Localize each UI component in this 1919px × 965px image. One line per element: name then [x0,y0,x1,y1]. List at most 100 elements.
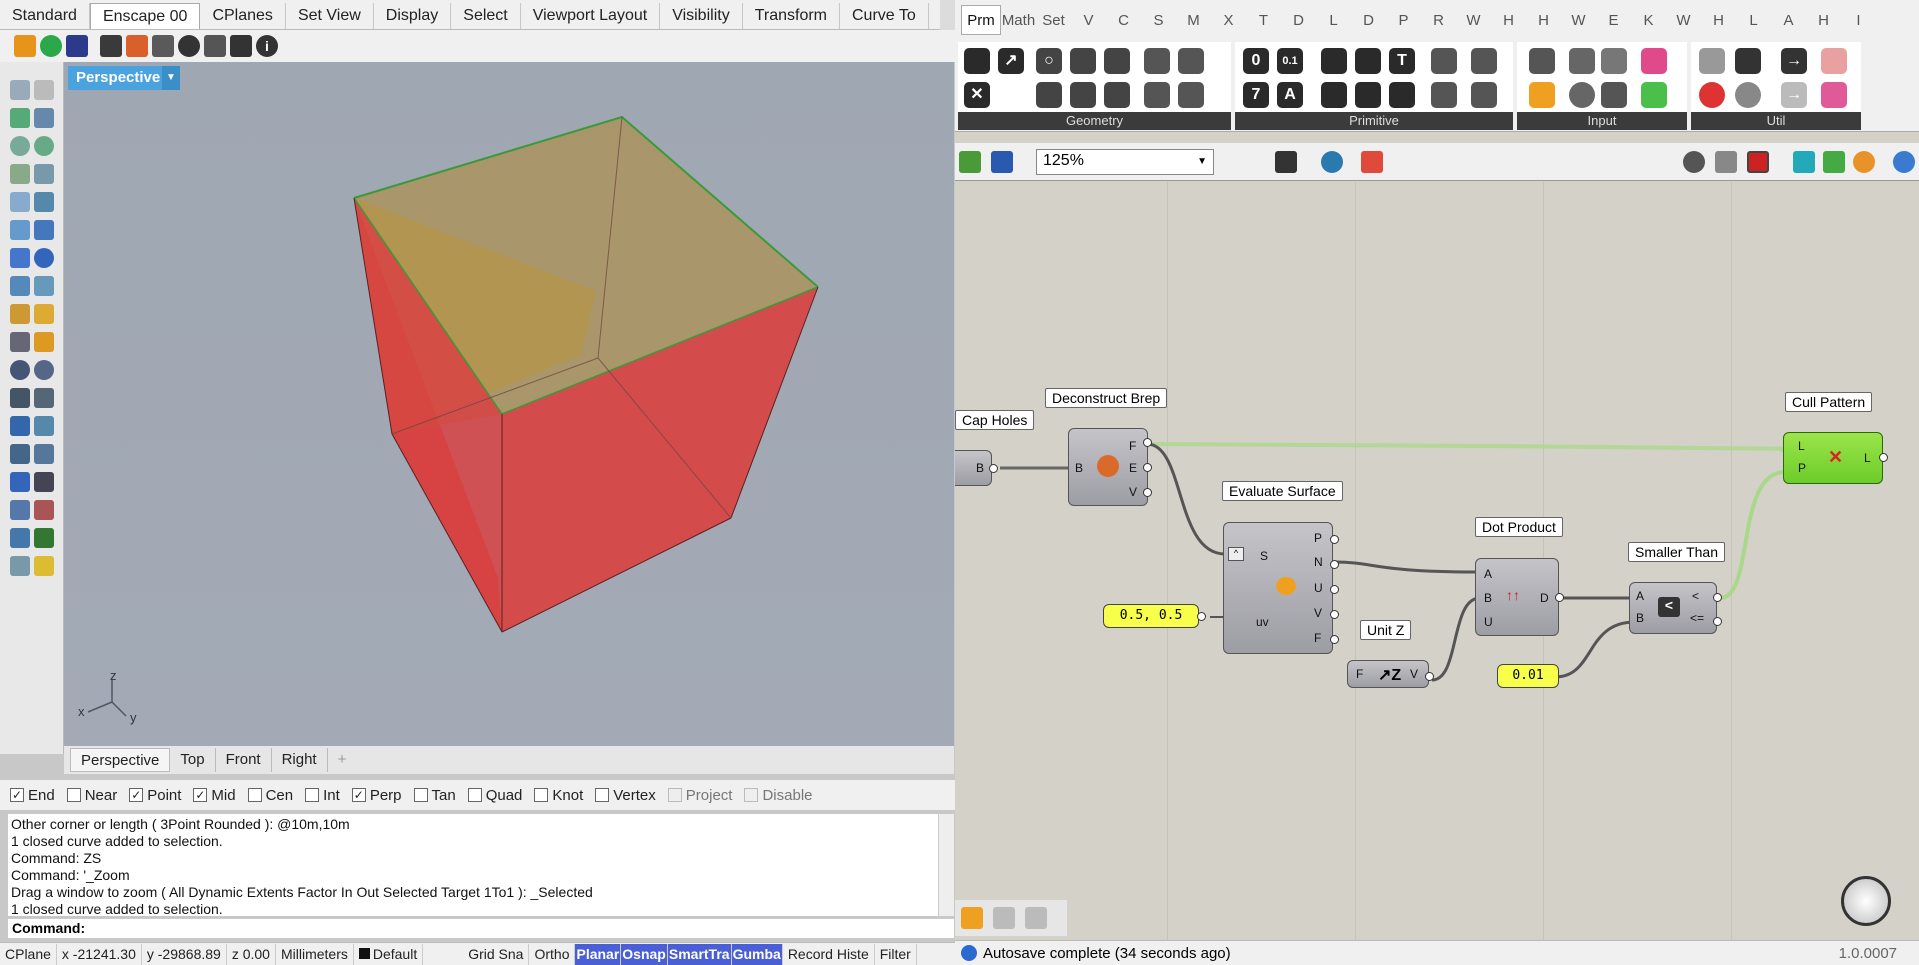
rotate-tool-icon[interactable] [34,388,54,408]
osnap-disable[interactable]: Disable [744,787,813,804]
culture-param-icon[interactable] [1355,82,1381,108]
colour-param-icon[interactable] [1321,82,1347,108]
osnap-near[interactable]: Near [66,787,117,804]
trim-tool-icon[interactable] [10,332,30,352]
cluster-icon[interactable] [1821,48,1847,74]
group-tool-icon[interactable] [10,360,30,380]
boolean-tool-icon[interactable] [34,248,54,268]
dimension-tool-icon[interactable] [34,416,54,436]
tab-curve-tools[interactable]: Curve To [840,3,929,29]
split-tool-icon[interactable] [34,332,54,352]
dot-product-component[interactable]: A B U D ↑↑ [1475,558,1559,636]
graph-mapper-icon[interactable] [1529,82,1555,108]
gh-tab[interactable]: V [1071,12,1106,29]
mesh-quality-icon[interactable] [1793,150,1815,173]
box-param-icon[interactable] [964,48,990,74]
properties-tool-icon[interactable] [34,556,54,576]
unit-z-component[interactable]: F V ↗Z [1347,660,1429,688]
output-grip[interactable] [1713,617,1722,626]
arc-tool-icon[interactable] [10,192,30,212]
preview-eye-icon[interactable] [1321,150,1343,173]
output-grip[interactable] [1143,438,1152,447]
status-toggle[interactable]: Osnap [621,943,668,965]
curve-param-icon[interactable] [1070,48,1096,74]
gh-tab[interactable]: T [1246,12,1281,29]
checkbox[interactable] [305,788,320,802]
data-param-icon[interactable] [1471,82,1497,108]
arrow-outline-icon[interactable]: → [1781,82,1807,108]
curve-from-object-icon[interactable] [10,528,30,548]
save-file-icon[interactable] [991,150,1013,173]
circle-tool-icon[interactable] [10,136,30,156]
polygon-tool-icon[interactable] [10,164,30,184]
checkbox[interactable] [595,788,610,802]
gradient-icon[interactable] [1641,48,1667,74]
toggle-icon[interactable] [1569,48,1595,74]
dot-shortcut-icon[interactable] [1025,907,1047,929]
point-tool-icon[interactable] [34,80,54,100]
evaluate-surface-component[interactable]: ^ S uv P N U V F [1223,522,1333,654]
uv-panel[interactable]: 0.5, 0.5 [1103,604,1199,628]
arrow-right-icon[interactable]: → [1781,48,1807,74]
sync-views-icon[interactable] [66,35,88,57]
gh-tab[interactable]: W [1666,12,1701,29]
output-grip[interactable] [989,464,998,473]
gh-tab[interactable]: W [1561,12,1596,29]
document-preview-icon[interactable] [1893,150,1915,173]
command-history-scrollbar[interactable] [938,814,954,916]
status-toggle[interactable]: Grid Sna [463,943,530,965]
galapagos-icon[interactable] [1699,48,1725,74]
tab-transform[interactable]: Transform [743,3,840,29]
curve-tool-icon[interactable] [34,108,54,128]
enscape-start-icon[interactable] [14,35,36,57]
section-tool-icon[interactable] [34,500,54,520]
output-grip[interactable] [1555,593,1564,602]
osnap-knot[interactable]: Knot [534,787,583,804]
status-toggle[interactable]: Ortho [529,943,576,965]
viewport-menu-arrow-icon[interactable]: ▼ [162,66,180,90]
osnap-vertex[interactable]: Vertex [595,787,656,804]
zoom-select[interactable]: 125% ▼ [1036,149,1214,175]
command-input[interactable]: Command: [8,918,954,938]
box-tool-icon[interactable] [10,248,30,268]
tab-enscape[interactable]: Enscape 00 [89,3,201,29]
checkbox[interactable] [467,788,482,802]
osnap-perp[interactable]: ✓ Perp [351,787,402,804]
viewport-title[interactable]: Perspective [68,66,169,90]
output-grip[interactable] [1197,612,1206,621]
cherry-icon[interactable] [1699,82,1725,108]
output-grip[interactable] [1425,672,1434,681]
cull-pattern-component[interactable]: L P L ✕ [1783,432,1883,484]
render-icon[interactable] [126,35,148,57]
output-grip[interactable] [1713,593,1722,602]
viewport-tab-perspective[interactable]: Perspective [70,748,171,772]
checkbox[interactable]: ✓ [10,788,24,802]
open-file-icon[interactable] [959,150,981,173]
line-param-icon[interactable] [1036,82,1062,108]
loft-tool-icon[interactable] [34,220,54,240]
join-tool-icon[interactable] [34,360,54,380]
osnap-mid[interactable]: ✓ Mid [193,787,236,804]
move-tool-icon[interactable] [10,388,30,408]
gh-tab[interactable]: A [1771,12,1806,29]
import-icon[interactable] [1529,48,1555,74]
mesh-medium-icon[interactable] [1823,150,1845,173]
settings-icon[interactable] [204,35,226,57]
rectangle-tool-icon[interactable] [34,164,54,184]
layer-label[interactable]: Default [354,943,424,965]
vector-param-icon[interactable]: ↗ [998,48,1024,74]
status-toggle[interactable]: Filter [875,943,917,965]
deconstruct-brep-component[interactable]: B F E V [1068,428,1148,506]
gh-splitter[interactable] [940,0,955,30]
ring-icon[interactable] [1735,82,1761,108]
mesh-param-icon[interactable] [1178,48,1204,74]
shader-param-icon[interactable] [1355,48,1381,74]
cull-shortcut-icon[interactable] [993,907,1015,929]
tolerance-panel[interactable]: 0.01 [1497,664,1559,688]
add-viewport-icon[interactable]: + [328,748,357,772]
preview-shaded-icon[interactable] [1715,150,1737,173]
smaller-than-component[interactable]: A B < <= < [1629,582,1717,634]
gh-tab[interactable]: D [1351,12,1386,29]
plane-param-icon[interactable] [1070,82,1096,108]
point-param-icon[interactable] [1104,82,1130,108]
